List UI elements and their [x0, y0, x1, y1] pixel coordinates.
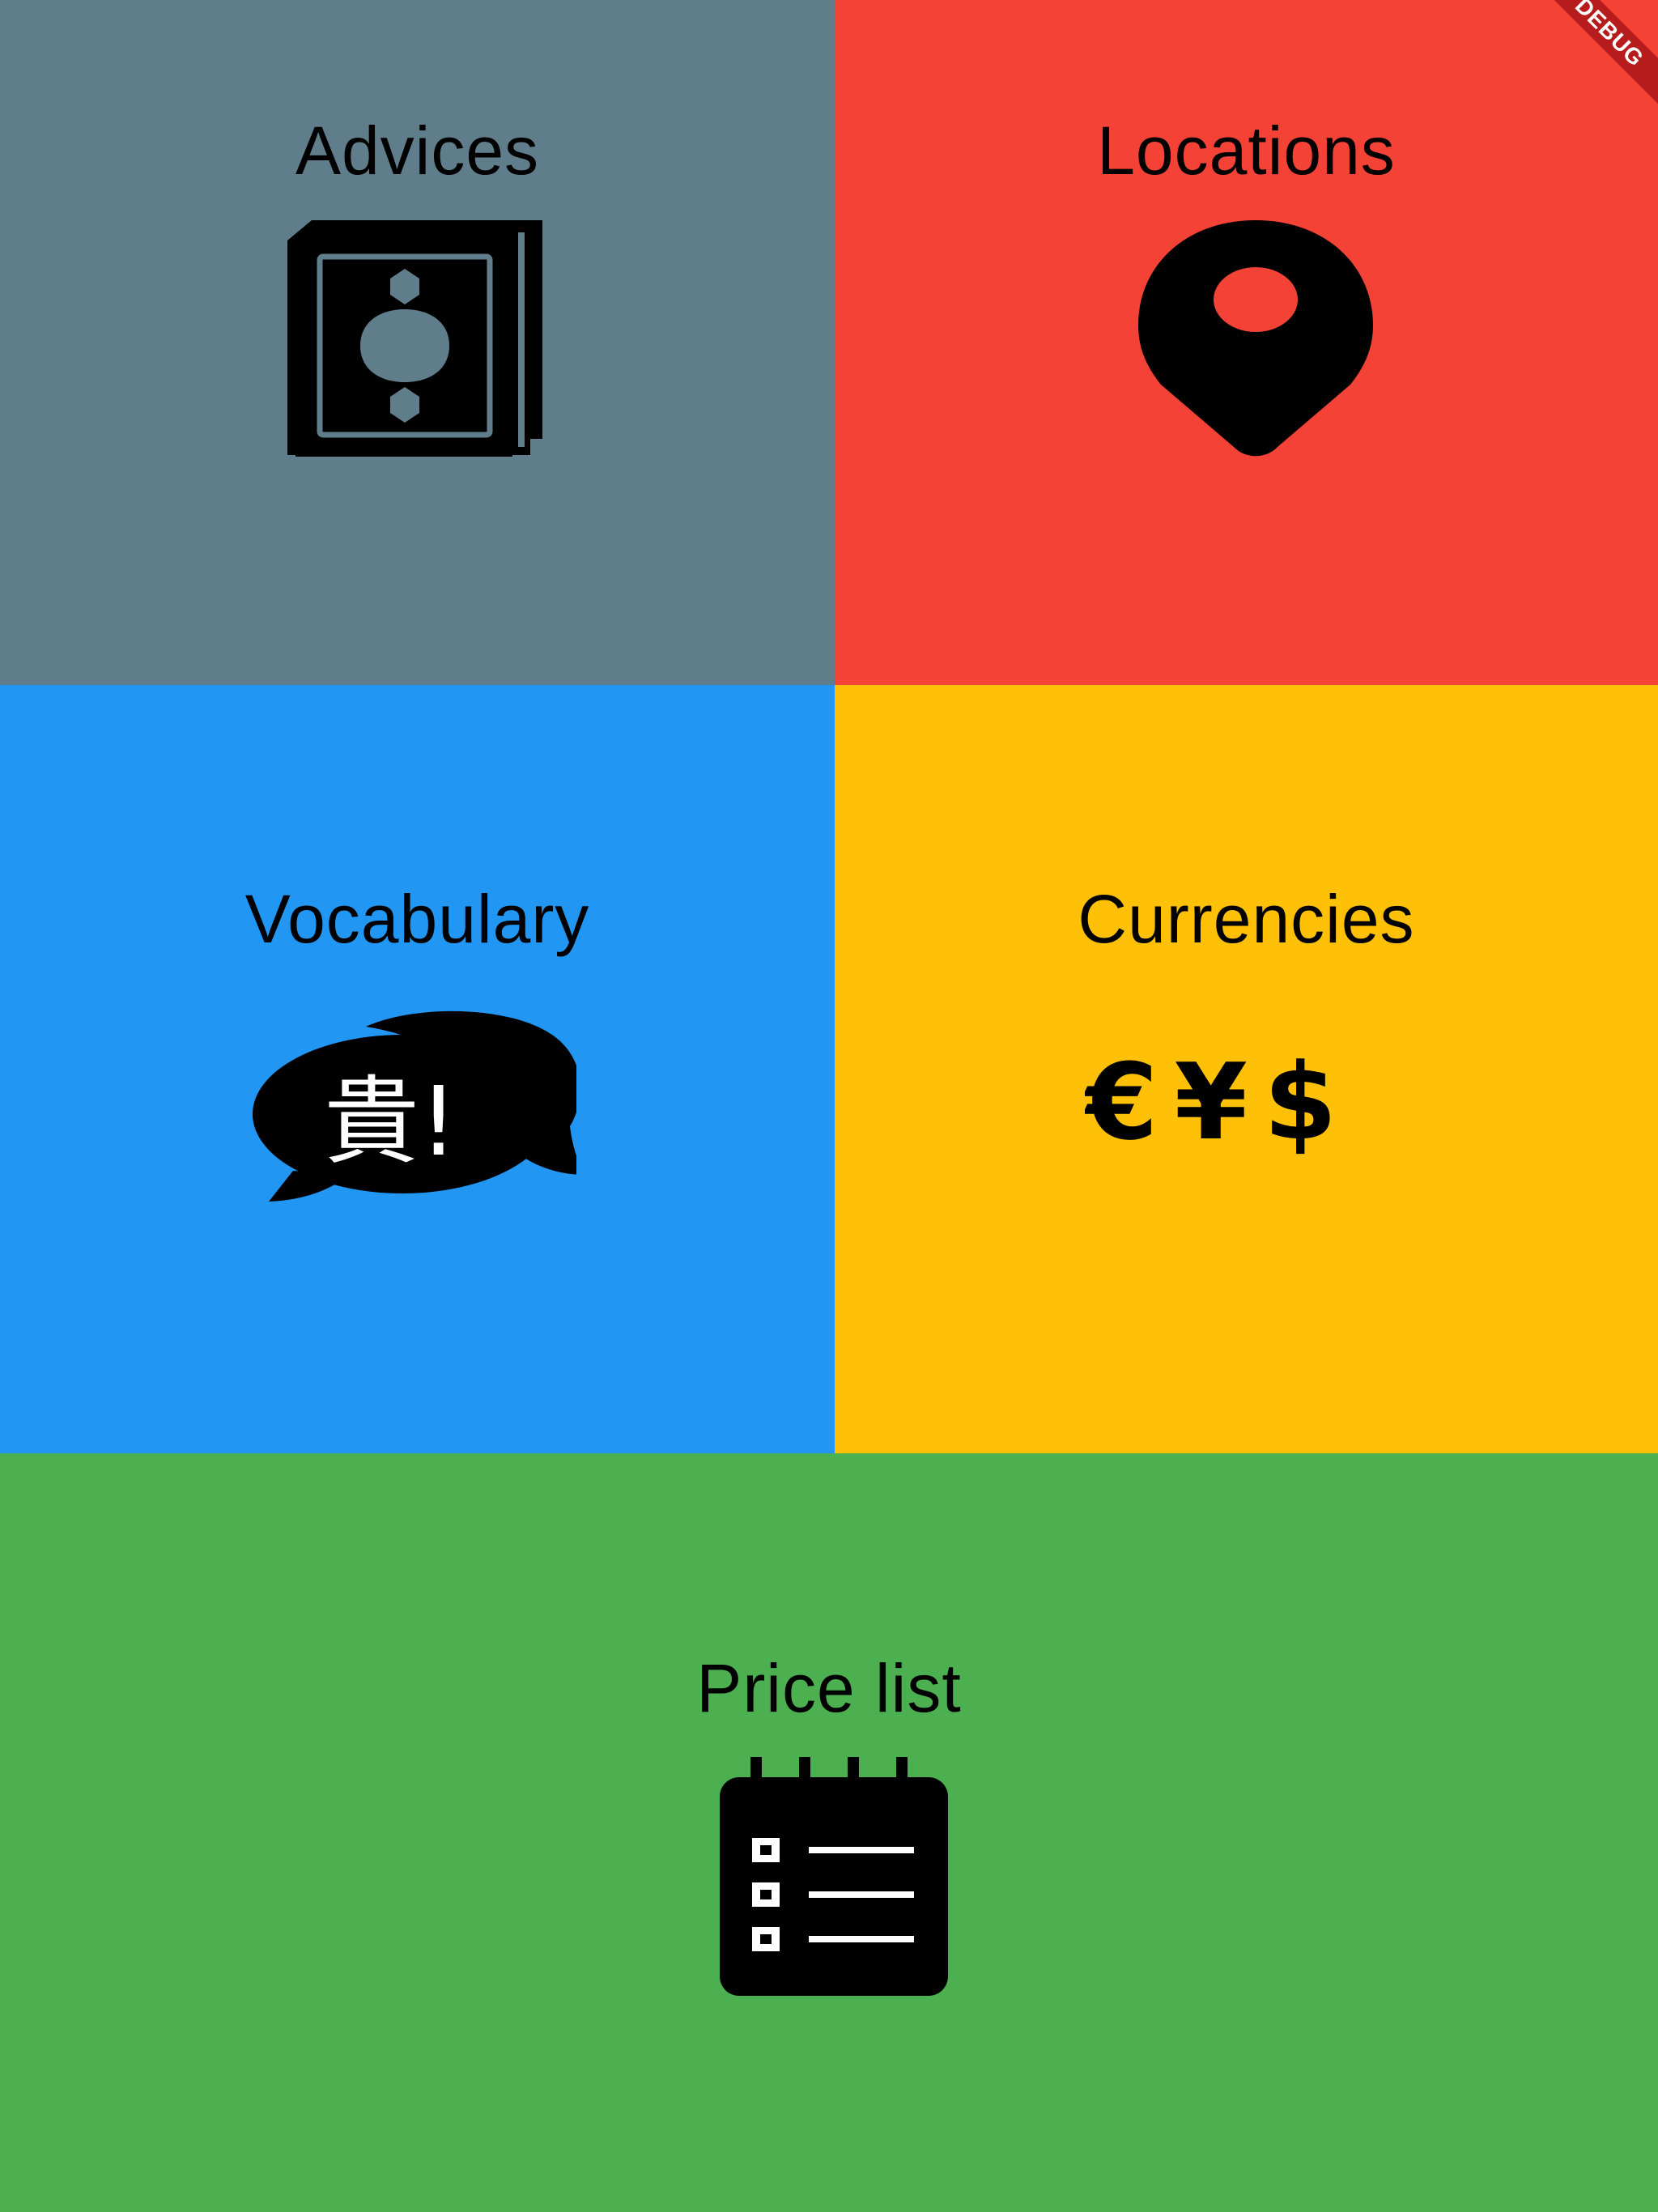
tile-locations[interactable]: Locations	[835, 0, 1658, 685]
speech-bubbles-icon: 貴!	[253, 1010, 576, 1202]
vocab-glyph: 貴!	[324, 1066, 457, 1177]
tile-vocabulary[interactable]: Vocabulary 貴!	[0, 685, 835, 1453]
book-icon	[287, 220, 542, 457]
tile-label-vocabulary: Vocabulary	[244, 881, 590, 957]
currency-glyphs: €¥$	[1085, 1049, 1353, 1155]
tile-label-advices: Advices	[295, 113, 540, 189]
tile-label-locations: Locations	[1097, 113, 1396, 189]
tile-label-price-list: Price list	[696, 1650, 962, 1726]
notepad-checklist-icon	[720, 1757, 948, 1996]
map-pin-icon	[1138, 220, 1373, 457]
tile-currencies[interactable]: Currencies €¥$	[835, 685, 1658, 1453]
tile-label-currencies: Currencies	[1078, 881, 1415, 957]
tile-advices[interactable]: Advices	[0, 0, 835, 685]
tile-price-list[interactable]: Price list	[0, 1453, 1658, 2212]
currency-symbols-icon: €¥$	[1085, 1049, 1353, 1155]
